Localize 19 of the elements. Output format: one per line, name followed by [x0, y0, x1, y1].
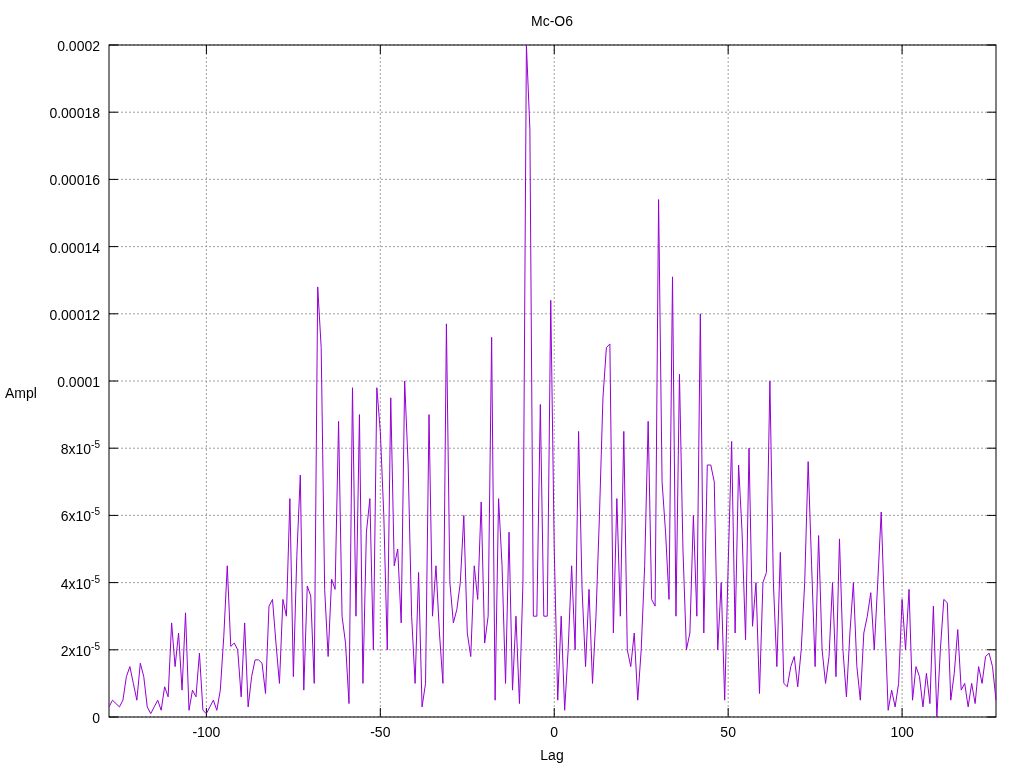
tick-label: 4x10$^{-5}$ — [60, 576, 100, 591]
tick-label: 0 — [92, 711, 100, 725]
tick-label: 0.0001 — [57, 375, 100, 389]
tick-label: 0.00012 — [49, 307, 100, 322]
tick-label: 0.00014 — [49, 240, 100, 255]
chart-title: Mc-O6 — [531, 13, 573, 29]
tick-label: -50 — [370, 724, 391, 740]
tick-label: 100 — [890, 724, 914, 740]
tick-label: 8x10$^{-5}$ — [60, 442, 100, 457]
tick-label: 50 — [720, 724, 736, 740]
axis-title: Ampl — [5, 385, 37, 401]
axis-title: Lag — [540, 747, 564, 763]
tick-label: 0.00016 — [49, 173, 100, 188]
tick-label: 0.00018 — [49, 106, 100, 121]
tick-label: 2x10$^{-5}$ — [60, 643, 100, 658]
tick-label: 0.0002 — [57, 39, 100, 53]
tick-label: 6x10$^{-5}$ — [60, 509, 100, 524]
tick-label: 0 — [550, 724, 559, 740]
tick-label: -100 — [192, 724, 221, 740]
